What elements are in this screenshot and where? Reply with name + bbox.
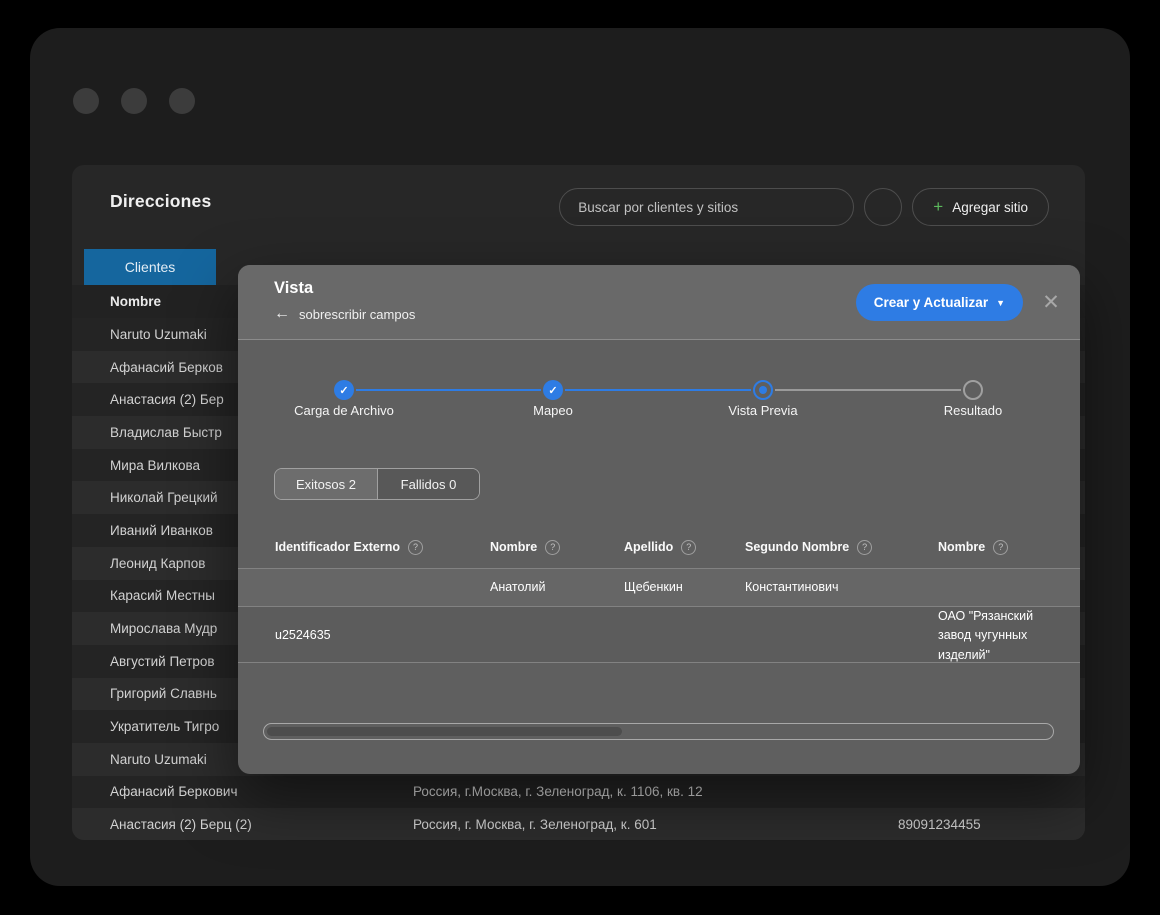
- step-upcoming-icon[interactable]: [963, 380, 983, 400]
- help-icon[interactable]: ?: [993, 540, 1008, 555]
- page-title: Direcciones: [110, 191, 211, 212]
- step-connector: [565, 389, 751, 391]
- step-label: Mapeo: [463, 403, 643, 418]
- tab-clientes[interactable]: Clientes: [84, 249, 216, 285]
- name-column-header: Nombre: [110, 294, 161, 309]
- cell-phone: 89091234455: [898, 817, 1085, 832]
- app-window: Direcciones + Agregar sitio Clientes Nom…: [30, 28, 1130, 886]
- back-arrow-icon[interactable]: ←: [274, 306, 290, 322]
- column-header: Segundo Nombre?: [745, 540, 938, 555]
- column-header-label: Apellido: [624, 540, 673, 554]
- search-input[interactable]: [559, 188, 854, 226]
- create-update-label: Crear y Actualizar: [874, 295, 988, 310]
- result-tab[interactable]: Fallidos 0: [377, 469, 479, 499]
- vista-modal: Vista ← sobrescribir campos Crear y Actu…: [238, 265, 1080, 774]
- add-site-label: Agregar sitio: [952, 200, 1028, 215]
- preview-table: АнатолийЩебенкинКонстантинович u2524635 ОА…: [238, 568, 1080, 663]
- step-active-icon[interactable]: [753, 380, 773, 400]
- preview-cell: ОАО "Рязанский завод чугунных изделий": [938, 607, 1060, 665]
- preview-cell: Константинович: [745, 578, 938, 597]
- step-label: Carga de Archivo: [254, 403, 434, 418]
- preview-table-header: Identificador Externo?Nombre?Apellido?Se…: [238, 526, 1080, 568]
- step-connector: [356, 389, 541, 391]
- column-header-label: Segundo Nombre: [745, 540, 849, 554]
- step-label: Resultado: [883, 403, 1063, 418]
- help-icon[interactable]: ?: [681, 540, 696, 555]
- column-header-label: Nombre: [938, 540, 985, 554]
- column-header: Nombre?: [490, 540, 624, 555]
- add-site-button[interactable]: + Agregar sitio: [912, 188, 1049, 226]
- modal-title: Vista: [274, 279, 313, 298]
- create-update-button[interactable]: Crear y Actualizar ▼: [856, 284, 1023, 321]
- step-active-dot: [759, 386, 767, 394]
- modal-body: ✓ Carga de Archivo ✓ Mapeo Vista Previa Resul…: [238, 340, 1080, 774]
- table-row[interactable]: Афанасий БерковичРоссия, г.Москва, г. Зе…: [72, 776, 1085, 809]
- preview-cell: Анатолий: [490, 578, 624, 597]
- help-icon[interactable]: ?: [545, 540, 560, 555]
- column-header: Apellido?: [624, 540, 745, 555]
- window-control-dot[interactable]: [73, 88, 99, 114]
- modal-subtitle-row: ← sobrescribir campos: [274, 306, 415, 322]
- scrollbar-thumb[interactable]: [267, 727, 622, 736]
- cell-address: Россия, г.Москва, г. Зеленоград, к. 1106…: [413, 784, 898, 799]
- column-header-label: Nombre: [490, 540, 537, 554]
- preview-cell: Щебенкин: [624, 578, 745, 597]
- cell-name: Анастасия (2) Берц (2): [110, 817, 413, 832]
- modal-subtitle: sobrescribir campos: [299, 307, 415, 322]
- step-label: Vista Previa: [673, 403, 853, 418]
- result-tabs: Exitosos 2Fallidos 0: [274, 468, 480, 500]
- column-header: Identificador Externo?: [275, 540, 490, 555]
- window-control-dot[interactable]: [121, 88, 147, 114]
- window-control-dot[interactable]: [169, 88, 195, 114]
- step-connector: [775, 389, 961, 391]
- preview-cell: u2524635: [275, 626, 490, 645]
- result-tab[interactable]: Exitosos 2: [275, 469, 377, 499]
- column-header: Nombre?: [938, 540, 1060, 555]
- header-actions: + Agregar sitio: [559, 188, 1049, 226]
- cell-address: Россия, г. Москва, г. Зеленоград, к. 601: [413, 817, 898, 832]
- help-icon[interactable]: ?: [857, 540, 872, 555]
- close-icon[interactable]: ✕: [1038, 289, 1064, 315]
- table-row[interactable]: Анастасия (2) Берц (2)Россия, г. Москва,…: [72, 808, 1085, 840]
- horizontal-scrollbar[interactable]: [263, 723, 1054, 740]
- header-circle-button[interactable]: [864, 188, 902, 226]
- column-header-label: Identificador Externo: [275, 540, 400, 554]
- cell-name: Афанасий Беркович: [110, 784, 413, 799]
- step-done-icon[interactable]: ✓: [543, 380, 563, 400]
- modal-header: Vista ← sobrescribir campos Crear y Actu…: [238, 265, 1080, 340]
- plus-icon: +: [933, 198, 943, 215]
- preview-row: u2524635 ОАО "Рязанский завод чугунных из…: [238, 606, 1080, 663]
- window-controls: [73, 88, 195, 114]
- step-done-icon[interactable]: ✓: [334, 380, 354, 400]
- chevron-down-icon: ▼: [996, 298, 1005, 308]
- help-icon[interactable]: ?: [408, 540, 423, 555]
- preview-row: АнатолийЩебенкинКонстантинович: [238, 568, 1080, 606]
